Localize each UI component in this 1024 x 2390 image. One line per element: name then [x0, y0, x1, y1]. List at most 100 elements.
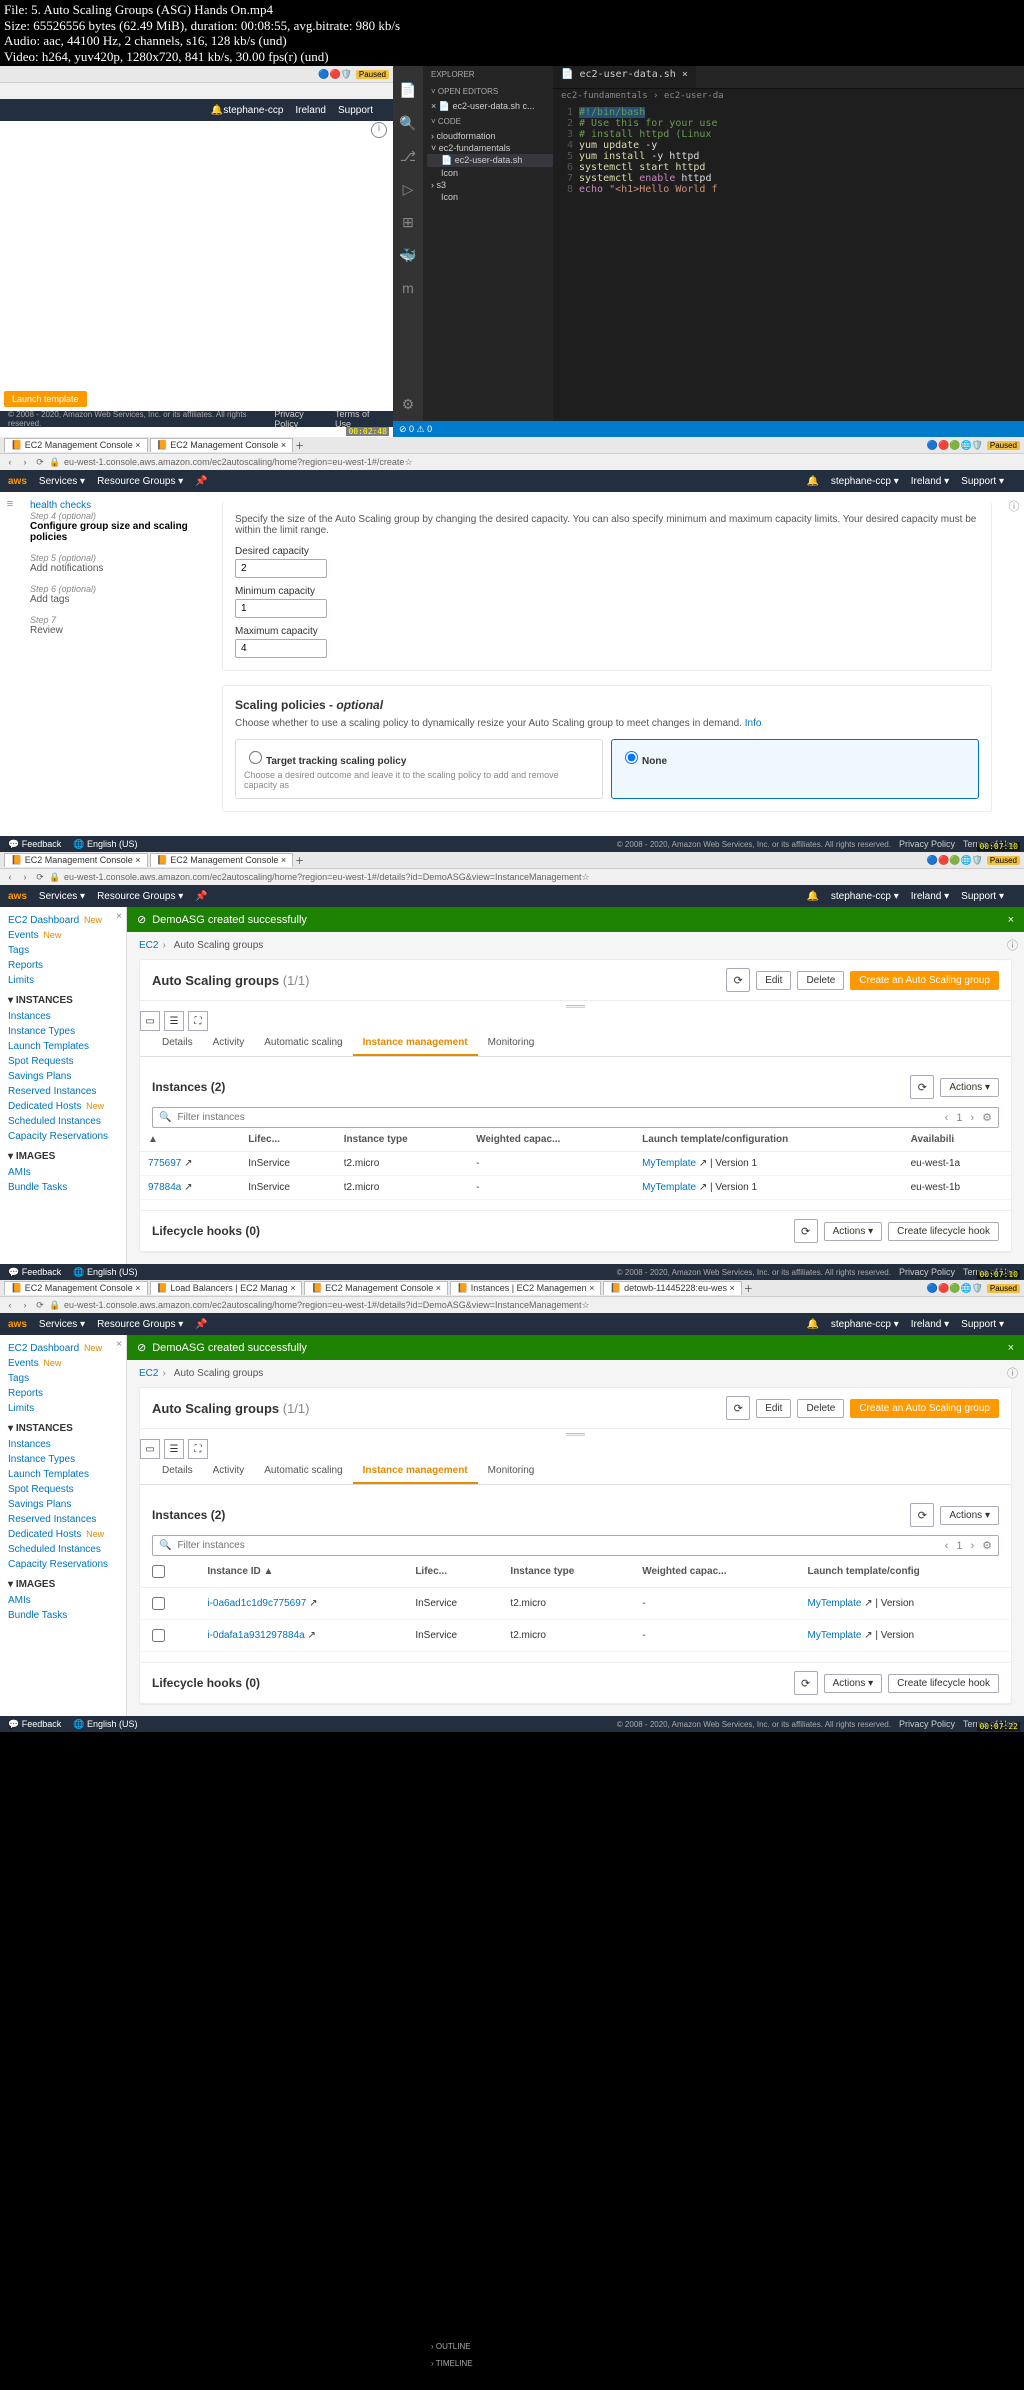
- actions-button[interactable]: Actions ▾: [940, 1078, 999, 1097]
- none-option[interactable]: None: [611, 739, 979, 799]
- table-row[interactable]: i-0dafa1a931297884a ↗InServicet2.micro-M…: [140, 1620, 1011, 1652]
- sidebar-bundle[interactable]: Bundle Tasks: [8, 1180, 118, 1195]
- bell-icon[interactable]: 🔔: [211, 105, 223, 116]
- create-hook-button[interactable]: Create lifecycle hook: [888, 1222, 999, 1241]
- url-bar[interactable]: ‹›⟳🔒 eu-west-1.console.aws.amazon.com/ec…: [0, 1297, 1024, 1313]
- sidebar-tags[interactable]: Tags: [8, 1371, 118, 1386]
- sidebar-savings[interactable]: Savings Plans: [8, 1069, 118, 1084]
- none-radio[interactable]: [625, 751, 638, 764]
- file-userdata[interactable]: 📄 ec2-user-data.sh: [427, 154, 553, 167]
- aws-user[interactable]: stephane-ccp ▾: [831, 476, 899, 487]
- url-bar[interactable]: ‹›⟳🔒 eu-west-1.console.aws.amazon.com/ec…: [0, 869, 1024, 885]
- open-editor-item[interactable]: × 📄 ec2-user-data.sh c...: [427, 100, 553, 113]
- col-lifecycle[interactable]: Lifec...: [240, 1128, 336, 1152]
- view-split-icon[interactable]: ▭: [140, 1439, 160, 1459]
- table-row[interactable]: 775697 ↗InServicet2.micro-MyTemplate ↗ |…: [140, 1152, 1011, 1176]
- step-4[interactable]: Step 4 (optional)Configure group size an…: [30, 511, 200, 543]
- docker-icon[interactable]: 🐳: [399, 247, 416, 264]
- sidebar-scheduled[interactable]: Scheduled Instances: [8, 1114, 118, 1129]
- resource-groups-menu[interactable]: Resource Groups ▾: [97, 891, 183, 902]
- max-input[interactable]: [235, 639, 327, 658]
- feedback-link[interactable]: 💬 Feedback: [8, 839, 61, 850]
- tab-autoscaling[interactable]: Automatic scaling: [254, 1459, 352, 1484]
- next-icon[interactable]: ›: [970, 1540, 974, 1552]
- aws-logo[interactable]: aws: [8, 1319, 27, 1330]
- file-icon2[interactable]: Icon: [427, 191, 553, 203]
- sidebar-instance-types[interactable]: Instance Types: [8, 1452, 118, 1467]
- create-asg-button[interactable]: Create an Auto Scaling group: [850, 1399, 999, 1418]
- view-full-icon[interactable]: ⛶: [188, 1439, 208, 1459]
- debug-icon[interactable]: ▷: [403, 181, 414, 198]
- aws-support[interactable]: Support: [338, 105, 373, 116]
- aws-region[interactable]: Ireland ▾: [911, 476, 949, 487]
- open-editors-header[interactable]: ˅ OPEN EDITORS: [423, 83, 553, 100]
- step-6[interactable]: Step 6 (optional)Add tags: [30, 584, 200, 605]
- aws-user[interactable]: stephane-ccp ▾: [831, 891, 899, 902]
- target-tracking-option[interactable]: Target tracking scaling policy Choose a …: [235, 739, 603, 799]
- step-5[interactable]: Step 5 (optional)Add notifications: [30, 553, 200, 574]
- info-icon[interactable]: ⓘ: [1004, 492, 1024, 836]
- privacy-link[interactable]: Privacy Policy: [899, 839, 955, 849]
- alert-close-icon[interactable]: ×: [1008, 914, 1014, 926]
- tab-autoscaling[interactable]: Automatic scaling: [254, 1031, 352, 1056]
- tab-details[interactable]: Details: [152, 1459, 203, 1484]
- status-errors[interactable]: ⊘ 0 ⚠ 0: [399, 424, 432, 435]
- bell-icon[interactable]: 🔔: [806, 476, 818, 487]
- aws-region[interactable]: Ireland: [295, 105, 326, 116]
- sidebar-spot[interactable]: Spot Requests: [8, 1482, 118, 1497]
- tab-instance-mgmt[interactable]: Instance management: [353, 1031, 478, 1056]
- resource-groups-menu[interactable]: Resource Groups ▾: [97, 1319, 183, 1330]
- target-radio[interactable]: [249, 751, 262, 764]
- crumb-ec2[interactable]: EC2: [139, 1368, 158, 1379]
- create-asg-button[interactable]: Create an Auto Scaling group: [850, 971, 999, 990]
- code-section[interactable]: ˅ CODE: [423, 113, 553, 130]
- privacy-link[interactable]: Privacy Policy: [274, 409, 327, 429]
- browser-tab-inst[interactable]: 📙 Instances | EC2 Managemen ×: [450, 1281, 601, 1295]
- sidebar-instances[interactable]: Instances: [8, 1437, 118, 1452]
- tab-monitoring[interactable]: Monitoring: [478, 1459, 545, 1484]
- sidebar-limits[interactable]: Limits: [8, 1401, 118, 1416]
- browser-tab-1[interactable]: 📙 EC2 Management Console ×: [4, 853, 148, 867]
- delete-button[interactable]: Delete: [797, 1399, 844, 1418]
- refresh-button[interactable]: ⟳: [726, 1396, 750, 1420]
- url-bar[interactable]: [0, 83, 393, 99]
- back-icon[interactable]: ‹: [4, 457, 16, 467]
- sidebar-reports[interactable]: Reports: [8, 958, 118, 973]
- select-all-checkbox[interactable]: [152, 1565, 165, 1578]
- privacy-link[interactable]: Privacy Policy: [899, 1267, 955, 1277]
- reload-icon[interactable]: ⟳: [34, 457, 46, 468]
- refresh-hooks[interactable]: ⟳: [794, 1671, 818, 1695]
- aws-support[interactable]: Support ▾: [961, 476, 1004, 487]
- crumb-ec2[interactable]: EC2: [139, 940, 158, 951]
- filter-search[interactable]: 🔍 ‹ 1 › ⚙: [152, 1107, 999, 1128]
- view-rows-icon[interactable]: ☰: [164, 1439, 184, 1459]
- sidebar-events[interactable]: Events New: [8, 928, 118, 943]
- step-7[interactable]: Step 7Review: [30, 615, 200, 636]
- row-checkbox[interactable]: [152, 1629, 165, 1642]
- browser-tab-3[interactable]: 📙 EC2 Management Console ×: [304, 1281, 448, 1295]
- aws-support[interactable]: Support ▾: [961, 891, 1004, 902]
- min-input[interactable]: [235, 599, 327, 618]
- sidebar-reserved[interactable]: Reserved Instances: [8, 1084, 118, 1099]
- refresh-hooks[interactable]: ⟳: [794, 1219, 818, 1243]
- editor-tab[interactable]: 📄 ec2-user-data.sh ×: [553, 66, 696, 88]
- pin-icon[interactable]: 📌: [195, 476, 207, 487]
- sidebar-spot[interactable]: Spot Requests: [8, 1054, 118, 1069]
- aws-user[interactable]: stephane-ccp: [223, 105, 283, 116]
- edit-button[interactable]: Edit: [756, 971, 791, 990]
- url-bar[interactable]: ‹ › ⟳ 🔒 eu-west-1.console.aws.amazon.com…: [0, 454, 1024, 470]
- search-icon[interactable]: 🔍: [399, 115, 416, 132]
- browser-tab-lb[interactable]: 📙 Load Balancers | EC2 Manag ×: [150, 1281, 303, 1295]
- files-icon[interactable]: 📄: [399, 82, 416, 99]
- launch-template-button[interactable]: Launch template: [4, 391, 87, 407]
- browser-tab-det[interactable]: 📙 detowb-11445228:eu-wes ×: [603, 1281, 741, 1295]
- sidebar-savings[interactable]: Savings Plans: [8, 1497, 118, 1512]
- sidebar-capacity[interactable]: Capacity Reservations: [8, 1557, 118, 1572]
- services-menu[interactable]: Services ▾: [39, 476, 85, 487]
- refresh-instances[interactable]: ⟳: [910, 1503, 934, 1527]
- file-icon[interactable]: Icon: [427, 167, 553, 179]
- tab-details[interactable]: Details: [152, 1031, 203, 1056]
- col-launch[interactable]: Launch template/configuration: [634, 1128, 902, 1152]
- feedback-link[interactable]: 💬 Feedback: [8, 1719, 61, 1730]
- git-icon[interactable]: ⎇: [400, 148, 416, 165]
